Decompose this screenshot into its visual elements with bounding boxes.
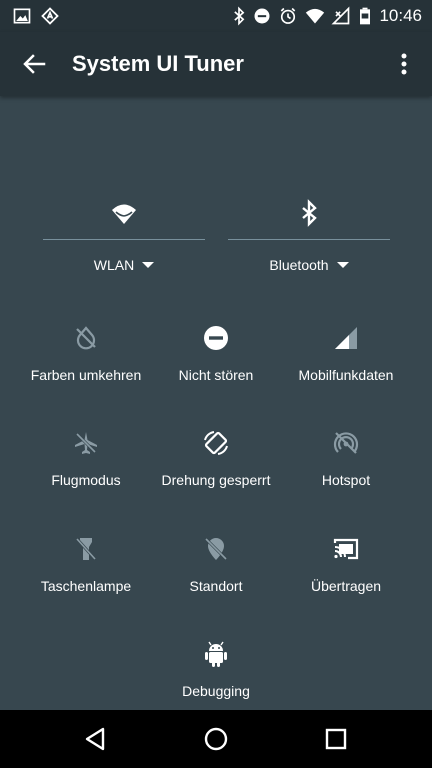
tile-label: Nicht stören [178, 367, 254, 383]
do-not-disturb-icon [202, 324, 230, 352]
wifi-icon [109, 198, 139, 228]
tile-label: Mobilfunkdaten [298, 367, 394, 383]
tile-label: Flugmodus [51, 472, 121, 488]
more-vert-icon [401, 53, 407, 75]
wlan-dropdown[interactable]: WLAN [43, 256, 205, 274]
flashlight-off-icon [72, 535, 100, 563]
tile-label: Drehung gesperrt [161, 472, 271, 488]
tile-label: Standort [189, 578, 243, 594]
tile-wlan[interactable]: WLAN [43, 190, 205, 290]
location-off-icon [202, 535, 230, 563]
tile-rotation-lock[interactable]: Drehung gesperrt [144, 429, 288, 519]
tile-invert-colors[interactable]: Farben umkehren [14, 324, 158, 414]
bluetooth-label: Bluetooth [269, 257, 329, 273]
tile-bluetooth[interactable]: Bluetooth [228, 190, 390, 290]
app-notification-icon [40, 6, 60, 26]
tile-location[interactable]: Standort [144, 535, 288, 625]
wifi-status-icon [305, 6, 325, 26]
airplane-icon [72, 429, 100, 457]
bluetooth-dropdown[interactable]: Bluetooth [228, 256, 390, 274]
cellular-signal-icon [332, 324, 360, 352]
invert-colors-off-icon [72, 324, 100, 352]
tile-label: Hotspot [321, 472, 371, 488]
android-icon [202, 640, 230, 668]
tile-do-not-disturb[interactable]: Nicht stören [144, 324, 288, 414]
nav-recents-icon [325, 728, 347, 750]
tile-airplane-mode[interactable]: Flugmodus [14, 429, 158, 519]
image-notification-icon [12, 6, 32, 26]
nav-home-button[interactable] [201, 724, 231, 754]
nav-recents-button[interactable] [321, 724, 351, 754]
caret-down-icon [336, 262, 349, 268]
mobile-signal-status-icon [331, 6, 351, 26]
tile-label: Übertragen [310, 578, 382, 594]
caret-down-icon [142, 262, 155, 268]
hotspot-off-icon [332, 429, 360, 457]
status-time: 10:46 [379, 6, 422, 25]
tile-mobile-data[interactable]: Mobilfunkdaten [274, 324, 418, 414]
battery-status-icon [355, 6, 375, 26]
bluetooth-icon [294, 198, 324, 228]
tile-label: Taschenlampe [40, 578, 132, 594]
do-not-disturb-status-icon [252, 6, 272, 26]
bluetooth-divider [228, 239, 390, 240]
tile-hotspot[interactable]: Hotspot [274, 429, 418, 519]
tile-flashlight[interactable]: Taschenlampe [14, 535, 158, 625]
tile-label: Debugging [182, 683, 250, 699]
app-bar: System UI Tuner [0, 32, 432, 96]
bluetooth-status-icon [229, 6, 249, 26]
overflow-menu-button[interactable] [384, 44, 424, 84]
tile-label: Farben umkehren [30, 367, 142, 383]
rotation-lock-icon [202, 429, 230, 457]
wlan-label: WLAN [93, 257, 135, 273]
cast-icon [332, 535, 360, 563]
back-button[interactable] [14, 44, 54, 84]
page-title: System UI Tuner [72, 51, 244, 76]
nav-home-icon [204, 727, 228, 751]
arrow-back-icon [23, 54, 46, 74]
tile-cast[interactable]: Übertragen [274, 535, 418, 625]
alarm-status-icon [278, 6, 298, 26]
nav-back-icon [85, 727, 105, 751]
navigation-bar [0, 710, 432, 768]
status-bar: 10:46 [0, 0, 432, 32]
nav-back-button[interactable] [81, 724, 111, 754]
wlan-divider [43, 239, 205, 240]
